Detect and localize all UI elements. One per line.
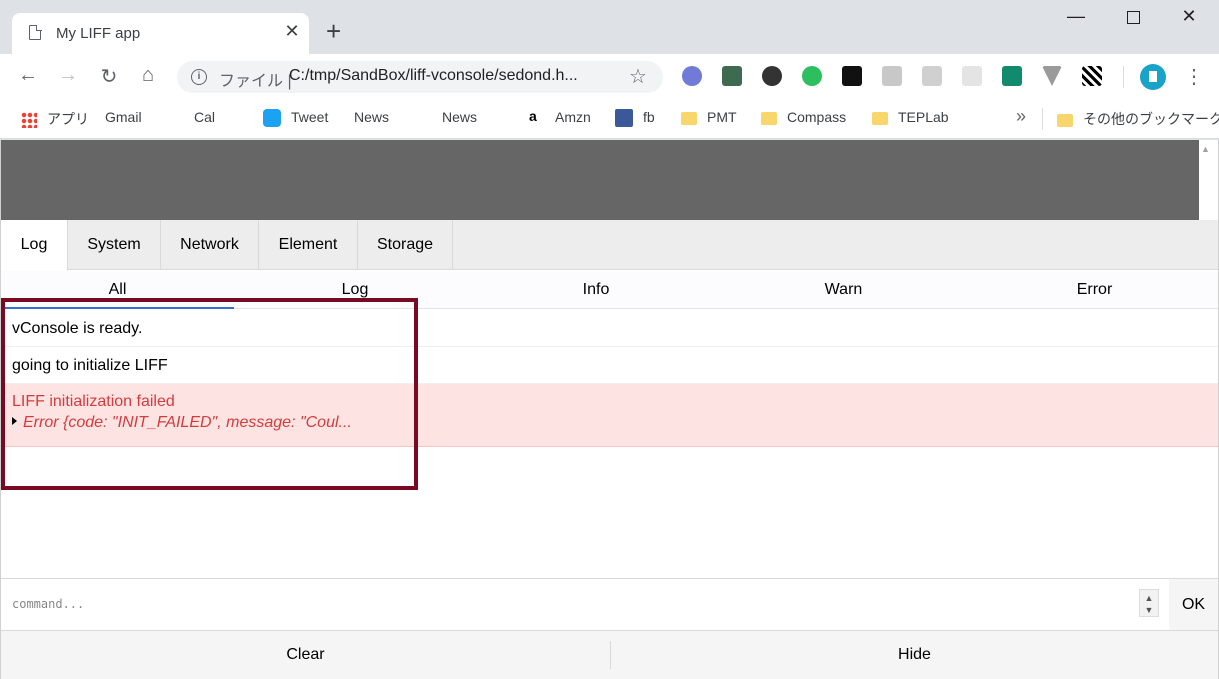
tab-storage[interactable]: Storage	[358, 220, 453, 270]
bookmark-pmt[interactable]: PMT	[681, 109, 737, 125]
scroll-up-arrow[interactable]: ▲	[1201, 144, 1210, 154]
rss-icon[interactable]	[922, 66, 942, 86]
window-close-button[interactable]: ✕	[1166, 6, 1212, 27]
bookmark-news-2[interactable]: News	[442, 109, 477, 264]
extension-puzzle-icon[interactable]	[882, 66, 902, 86]
qr-code-icon[interactable]	[1082, 66, 1102, 86]
profile-avatar[interactable]	[1140, 64, 1166, 90]
command-input[interactable]: command...	[12, 597, 84, 611]
tab-close-icon[interactable]: ✕	[282, 21, 302, 42]
bookmark-teplab[interactable]: TEPLab	[872, 109, 949, 125]
command-bar: command... ▲ ▼ OK	[1, 578, 1218, 631]
extension-print-icon[interactable]	[722, 66, 742, 86]
annotation-highlight-box	[1, 298, 418, 490]
bookmark-cal[interactable]: Cal	[194, 109, 215, 264]
apps-grid-icon	[21, 112, 37, 129]
bookmark-news[interactable]: News	[354, 109, 389, 264]
address-url[interactable]: C:/tmp/SandBox/liff-vconsole/sedond.h...	[289, 67, 578, 85]
bookmarks-overflow-icon[interactable]: »	[1016, 106, 1026, 127]
browser-tab[interactable]: My LIFF app ✕	[12, 13, 309, 54]
tab-log[interactable]: Log	[1, 220, 68, 271]
home-button[interactable]: ⌂	[133, 64, 163, 87]
terminal-icon[interactable]	[842, 66, 862, 86]
address-bar[interactable]: i ファイル | C:/tmp/SandBox/liff-vconsole/se…	[177, 61, 663, 93]
bookmark-gmail[interactable]: Gmail	[105, 109, 142, 264]
forward-button[interactable]: →	[53, 64, 83, 87]
folder-icon	[681, 111, 697, 125]
vconsole-mask[interactable]	[1, 140, 1199, 220]
extension-window-icon[interactable]	[962, 66, 982, 86]
reload-button[interactable]: ↻	[94, 64, 124, 89]
maximize-button[interactable]	[1110, 6, 1156, 29]
bookmark-amzn[interactable]: a Amzn	[529, 108, 591, 125]
page-icon	[29, 24, 42, 40]
hide-button[interactable]: Hide	[611, 631, 1218, 679]
bookmarks-separator	[1042, 108, 1043, 130]
minimize-button[interactable]: —	[1053, 6, 1099, 27]
tab-title: My LIFF app	[56, 25, 141, 42]
tab-element[interactable]: Element	[259, 220, 358, 270]
amazon-icon: a	[529, 108, 537, 125]
browser-toolbar: ← → ↻ ⌂ i ファイル | C:/tmp/SandBox/liff-vco…	[0, 54, 1219, 100]
back-button[interactable]: ←	[13, 64, 43, 87]
tab-network[interactable]: Network	[161, 220, 259, 270]
vconsole-tabbar: Log System Network Element Storage	[1, 220, 1218, 271]
maximize-icon	[1126, 11, 1140, 24]
clear-button[interactable]: Clear	[1, 631, 610, 679]
ok-button[interactable]: OK	[1169, 579, 1218, 631]
other-bookmarks[interactable]: その他のブックマーク	[1057, 109, 1219, 129]
vconsole-footer: Clear Hide	[1, 630, 1218, 679]
command-resize-spinner[interactable]: ▲ ▼	[1139, 589, 1159, 617]
address-scheme: ファイル |	[219, 73, 292, 90]
twitter-icon	[263, 109, 281, 128]
filter-error[interactable]: Error	[971, 271, 1218, 309]
toolbar-separator	[1123, 66, 1124, 88]
menu-icon[interactable]: ⋮	[1184, 64, 1204, 89]
info-icon[interactable]: i	[191, 69, 207, 85]
new-tab-button[interactable]: +	[326, 16, 341, 47]
bookmark-apps[interactable]: アプリ	[21, 109, 89, 129]
extension-r-icon[interactable]	[682, 66, 702, 86]
page-viewport: ▲ Log System Network Element Storage All…	[0, 140, 1219, 679]
bookmark-fb[interactable]: fb	[615, 109, 655, 128]
bookmark-star-icon[interactable]: ☆	[629, 64, 647, 89]
evernote-icon[interactable]	[802, 66, 822, 86]
filter-info[interactable]: Info	[476, 271, 716, 309]
tab-system[interactable]: System	[68, 220, 161, 270]
vue-devtools-icon[interactable]	[1042, 66, 1062, 86]
title-bar: My LIFF app ✕ + — ✕	[0, 0, 1219, 54]
folder-icon	[872, 111, 888, 125]
bookmarks-bar: アプリ Gmail Cal Tweet News News a Amzn fb P…	[0, 100, 1219, 264]
bookmark-tweet[interactable]: Tweet	[263, 109, 328, 128]
facebook-icon	[615, 109, 633, 128]
extension-globe-icon[interactable]	[762, 66, 782, 86]
bookmark-compass[interactable]: Compass	[761, 109, 846, 125]
folder-icon	[1057, 113, 1073, 127]
extension-green-icon[interactable]	[1002, 66, 1022, 86]
folder-icon	[761, 111, 777, 125]
filter-warn[interactable]: Warn	[716, 271, 971, 309]
